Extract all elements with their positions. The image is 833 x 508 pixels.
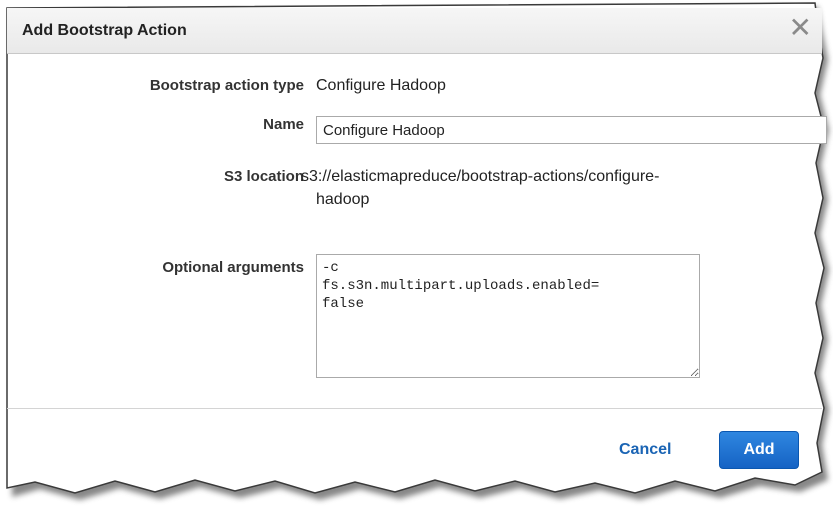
screenshot-stage: Add Bootstrap Action ✕ Bootstrap action …: [0, 0, 833, 508]
dialog-title: Add Bootstrap Action: [22, 22, 187, 39]
dialog-titlebar: Add Bootstrap Action ✕: [7, 8, 822, 54]
name-label: Name: [263, 116, 304, 133]
s3-location-label: S3 location: [223, 168, 304, 185]
name-field[interactable]: [316, 116, 827, 144]
add-bootstrap-action-dialog: Add Bootstrap Action ✕ Bootstrap action …: [7, 8, 827, 493]
s3-location-line-2: hadoop: [316, 191, 370, 208]
s3-location-line-1: s3://elasticmapreduce/bootstrap-actions/…: [301, 168, 660, 185]
optional-arguments-textarea[interactable]: -c fs.s3n.multipart.uploads.enabled= fal…: [316, 254, 700, 378]
add-button[interactable]: Add: [719, 431, 799, 469]
cancel-button[interactable]: Cancel: [619, 441, 671, 459]
action-type-label: Bootstrap action type: [149, 77, 304, 94]
footer-divider: [7, 408, 822, 409]
close-icon[interactable]: ✕: [789, 14, 812, 42]
s3-location-value: s3://elasticmapreduce/bootstrap-actions/…: [301, 165, 771, 211]
action-type-value: Configure Hadoop: [316, 77, 446, 94]
optional-arguments-label: Optional arguments: [162, 259, 304, 276]
